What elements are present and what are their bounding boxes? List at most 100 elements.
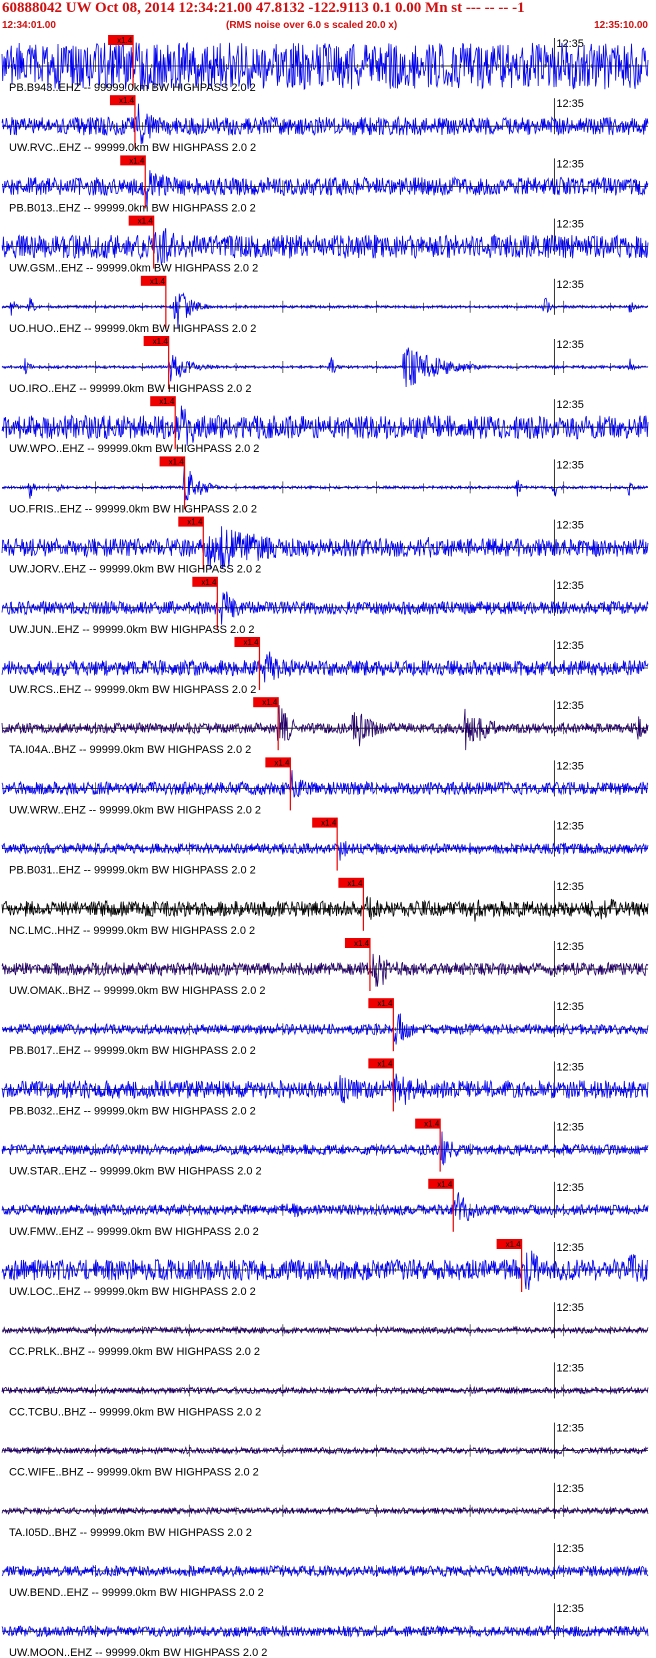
station-label: CC.TCBU..BHZ -- 99999.0km BW HIGHPASS 2.… [9,1406,261,1418]
trace-row: 12:35 x1.4 PB.B031..EHZ -- 99999.0km BW HI… [1,817,649,877]
minute-marker-label: 12:35 [556,1061,584,1073]
station-label: UO.HUO..EHZ -- 99999.0km BW HIGHPASS 2.0… [9,323,256,335]
minute-marker-label: 12:35 [556,700,584,712]
minute-marker-label: 12:35 [556,158,584,170]
minute-marker-label: 12:35 [556,760,584,772]
station-label: TA.I04A..BHZ -- 99999.0km BW HIGHPASS 2.… [9,744,251,756]
pick-label: x1.4 [437,1180,453,1189]
station-label: UW.LOC..EHZ -- 99999.0km BW HIGHPASS 2.0… [9,1286,256,1298]
station-label: UW.RCS..EHZ -- 99999.0km BW HIGHPASS 2.0… [9,684,256,696]
minute-marker-label: 12:35 [556,1603,584,1615]
trace-row: 12:35 x1.4 UW.WPO..EHZ -- 99999.0km BW HIG… [1,396,649,455]
trace-row: 12:35 UW.MOON..EHZ -- 99999.0km BW HIGHPA… [1,1603,649,1658]
waveform [1,228,649,266]
minute-marker-label: 12:35 [556,98,584,110]
minute-marker-label: 12:35 [556,1122,584,1134]
trace-row: 12:35 x1.4 PB.B013..EHZ -- 99999.0km BW HI… [1,155,649,214]
pick-label: x1.4 [424,1120,440,1129]
waveform [1,405,649,446]
start-time: 12:34:01.00 [2,20,56,31]
station-label: UW.WPO..EHZ -- 99999.0km BW HIGHPASS 2.0… [9,443,259,455]
trace-row: 12:35 x1.4 UO.HUO..EHZ -- 99999.0km BW HIG… [1,275,649,335]
station-label: PB.B031..EHZ -- 99999.0km BW HIGHPASS 2.… [9,865,256,877]
event-title: 60888042 UW Oct 08, 2014 12:34:21.00 47.… [2,0,525,16]
waveform [1,591,649,625]
pick-label: x1.4 [153,337,169,346]
trace-row: 12:35 CC.WIFE..BHZ -- 99999.0km BW HIGHPA… [1,1422,649,1479]
station-label: PB.B943..EHZ -- 99999.0km BW HIGHPASS 2.… [9,82,256,94]
waveform [1,1250,649,1291]
trace-row: 12:35 x1.4 UW.RCS..EHZ -- 99999.0km BW HIG… [1,637,649,696]
station-label: PB.B017..EHZ -- 99999.0km BW HIGHPASS 2.… [9,1045,256,1057]
minute-marker-label: 12:35 [556,1302,584,1314]
trace-row: 12:35 x1.4 UW.FMW..EHZ -- 99999.0km BW HIG… [1,1178,649,1238]
minute-marker-label: 12:35 [556,1001,584,1013]
pick-label: x1.4 [274,758,290,767]
trace-row: 12:35 x1.4 UW.LOC..EHZ -- 99999.0km BW HIG… [1,1239,649,1298]
minute-marker-label: 12:35 [556,1182,584,1194]
station-label: CC.WIFE..BHZ -- 99999.0km BW HIGHPASS 2.… [9,1467,259,1479]
trace-row: 12:35 x1.4 PB.B017..EHZ -- 99999.0km BW HI… [2,998,649,1057]
minute-marker-label: 12:35 [556,821,584,833]
trace-row: 12:35 x1.4 UO.FRIS..EHZ -- 99999.0km BW HI… [1,456,648,515]
waveform [1,1192,649,1222]
trace-row: 12:35 x1.4 UW.RVC..EHZ -- 99999.0km BW HIG… [1,95,649,154]
pick-label: x1.4 [150,277,166,286]
trace-row: 12:35 x1.4 UW.GSM..EHZ -- 99999.0km BW HIG… [1,215,649,275]
trace-row: 12:35 x1.4 UW.WRW..EHZ -- 99999.0km BW HIG… [1,757,649,816]
station-label: UW.STAR..EHZ -- 99999.0km BW HIGHPASS 2.… [9,1166,262,1178]
seismogram-plot: 12:35 x1.4 PB.B943..EHZ -- 99999.0km BW HI… [1,35,649,1658]
trace-row: 12:35 x1.4 PB.B943..EHZ -- 99999.0km BW HI… [1,35,649,94]
station-label: NC.LMC..HHZ -- 99999.0km BW HIGHPASS 2.0… [9,925,255,937]
pick-label: x1.4 [377,1059,393,1068]
header: 60888042 UW Oct 08, 2014 12:34:21.00 47.… [0,0,656,34]
waveform [1,770,649,798]
waveform [1,464,648,501]
waveform [1,895,649,922]
station-label: UO.FRIS..EHZ -- 99999.0km BW HIGHPASS 2.… [9,503,257,515]
trace-row: 12:35 UW.BEND..EHZ -- 99999.0km BW HIGHPA… [1,1543,649,1599]
minute-marker-label: 12:35 [556,1483,584,1495]
pick-label: x1.4 [321,819,337,828]
minute-marker-label: 12:35 [556,520,584,532]
pick-label: x1.4 [117,36,133,45]
noise-note: (RMS noise over 6.0 s scaled 20.0 x) [226,20,398,31]
pick-label: x1.4 [347,879,363,888]
trace-row: 12:35 CC.PRLK..BHZ -- 99999.0km BW HIGHPA… [1,1302,649,1358]
trace-row: 12:35 x1.4 PB.B032..EHZ -- 99999.0km BW HI… [1,1058,649,1117]
minute-marker-label: 12:35 [556,399,584,411]
station-label: UW.GSM..EHZ -- 99999.0km BW HIGHPASS 2.0… [9,263,258,275]
station-label: CC.PRLK..BHZ -- 99999.0km BW HIGHPASS 2.… [9,1346,260,1358]
waveform [1,103,649,145]
pick-label: x1.4 [377,999,393,1008]
pick-label: x1.4 [159,397,175,406]
station-label: UW.FMW..EHZ -- 99999.0km BW HIGHPASS 2.0… [9,1226,259,1238]
waveform [1,953,649,987]
waveform [1,651,649,683]
station-label: PB.B013..EHZ -- 99999.0km BW HIGHPASS 2.… [9,202,256,214]
minute-marker-label: 12:35 [556,1242,584,1254]
pick-label: x1.4 [187,518,203,527]
minute-marker-label: 12:35 [556,38,584,50]
pick-label: x1.4 [506,1240,522,1249]
station-label: UO.IRO..EHZ -- 99999.0km BW HIGHPASS 2.0… [9,383,251,395]
pick-label: x1.4 [243,638,259,647]
station-label: UW.OMAK..BHZ -- 99999.0km BW HIGHPASS 2.… [9,985,266,997]
pick-label: x1.4 [138,217,154,226]
minute-marker-label: 12:35 [556,1543,584,1555]
minute-marker-label: 12:35 [556,279,584,291]
trace-row: 12:35 x1.4 NC.LMC..HHZ -- 99999.0km BW HIG… [1,877,649,937]
minute-marker-label: 12:35 [556,219,584,231]
station-label: UW.JUN..EHZ -- 99999.0km BW HIGHPASS 2.0… [9,624,255,636]
minute-marker-label: 12:35 [556,640,584,652]
trace-row: 12:35 x1.4 UW.STAR..EHZ -- 99999.0km BW HI… [1,1118,649,1178]
minute-marker-label: 12:35 [556,580,584,592]
minute-marker-label: 12:35 [556,881,584,893]
station-label: UW.JORV..EHZ -- 99999.0km BW HIGHPASS 2.… [9,564,261,576]
minute-marker-label: 12:35 [556,1362,584,1374]
trace-row: 12:35 x1.4 UO.IRO..EHZ -- 99999.0km BW HIG… [1,336,649,395]
pick-label: x1.4 [201,578,217,587]
minute-marker-label: 12:35 [556,1423,584,1435]
pick-label: x1.4 [169,457,185,466]
waveform [1,1131,649,1166]
